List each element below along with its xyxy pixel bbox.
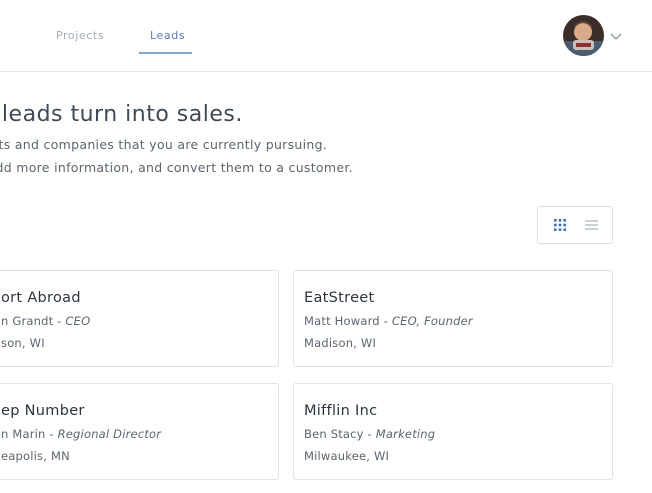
lead-contact: n Grandt - CEO: [1, 314, 278, 328]
page-headline: esh leads turn into sales.: [0, 102, 243, 127]
chevron-down-icon[interactable]: [609, 29, 623, 43]
nav-projects[interactable]: Projects: [56, 29, 104, 42]
lead-card[interactable]: ort Abroad n Grandt - CEO son, WI: [0, 270, 279, 367]
contact-title: CEO, Founder: [391, 314, 473, 328]
list-icon: [584, 220, 598, 230]
lead-location: eapolis, MN: [1, 449, 70, 463]
contact-title: CEO: [65, 314, 91, 328]
active-tab-indicator: [139, 52, 192, 54]
lead-company: ort Abroad: [1, 290, 81, 306]
separator: -: [45, 427, 58, 441]
separator: -: [53, 314, 66, 328]
lead-company: Mifflin Inc: [304, 403, 378, 419]
user-avatar[interactable]: [563, 15, 604, 56]
intro-line-1: ntacts and companies that you are curren…: [0, 137, 328, 152]
avatar-image: [563, 15, 604, 56]
lead-card[interactable]: Mifflin Inc Ben Stacy - Marketing Milwau…: [293, 383, 613, 480]
lead-contact: n Marin - Regional Director: [1, 427, 278, 441]
lead-location: Madison, WI: [304, 336, 377, 350]
contact-name: Ben Stacy: [304, 427, 364, 441]
view-toggle: [537, 206, 613, 244]
contact-name: n Marin: [1, 427, 46, 441]
contact-name: Matt Howard: [304, 314, 380, 328]
lead-card[interactable]: EatStreet Matt Howard - CEO, Founder Mad…: [293, 270, 613, 367]
contact-title: Marketing: [375, 427, 436, 441]
separator: -: [379, 314, 392, 328]
grid-icon: [554, 219, 566, 231]
lead-location: son, WI: [1, 336, 45, 350]
separator: -: [363, 427, 376, 441]
contact-name: n Grandt: [1, 314, 54, 328]
top-nav: y Projects Leads: [0, 0, 652, 72]
lead-company: ep Number: [1, 403, 85, 419]
contact-title: Regional Director: [57, 427, 162, 441]
lead-card[interactable]: ep Number n Marin - Regional Director ea…: [0, 383, 279, 480]
lead-contact: Matt Howard - CEO, Founder: [304, 314, 612, 328]
lead-company: EatStreet: [304, 290, 375, 306]
lead-contact: Ben Stacy - Marketing: [304, 427, 612, 441]
leads-page: y Projects Leads esh leads turn into sal…: [0, 0, 652, 493]
list-view-button[interactable]: [572, 207, 610, 243]
lead-location: Milwaukee, WI: [304, 449, 390, 463]
intro-line-2: it, add more information, and convert th…: [0, 160, 353, 175]
nav-leads[interactable]: Leads: [150, 29, 185, 42]
